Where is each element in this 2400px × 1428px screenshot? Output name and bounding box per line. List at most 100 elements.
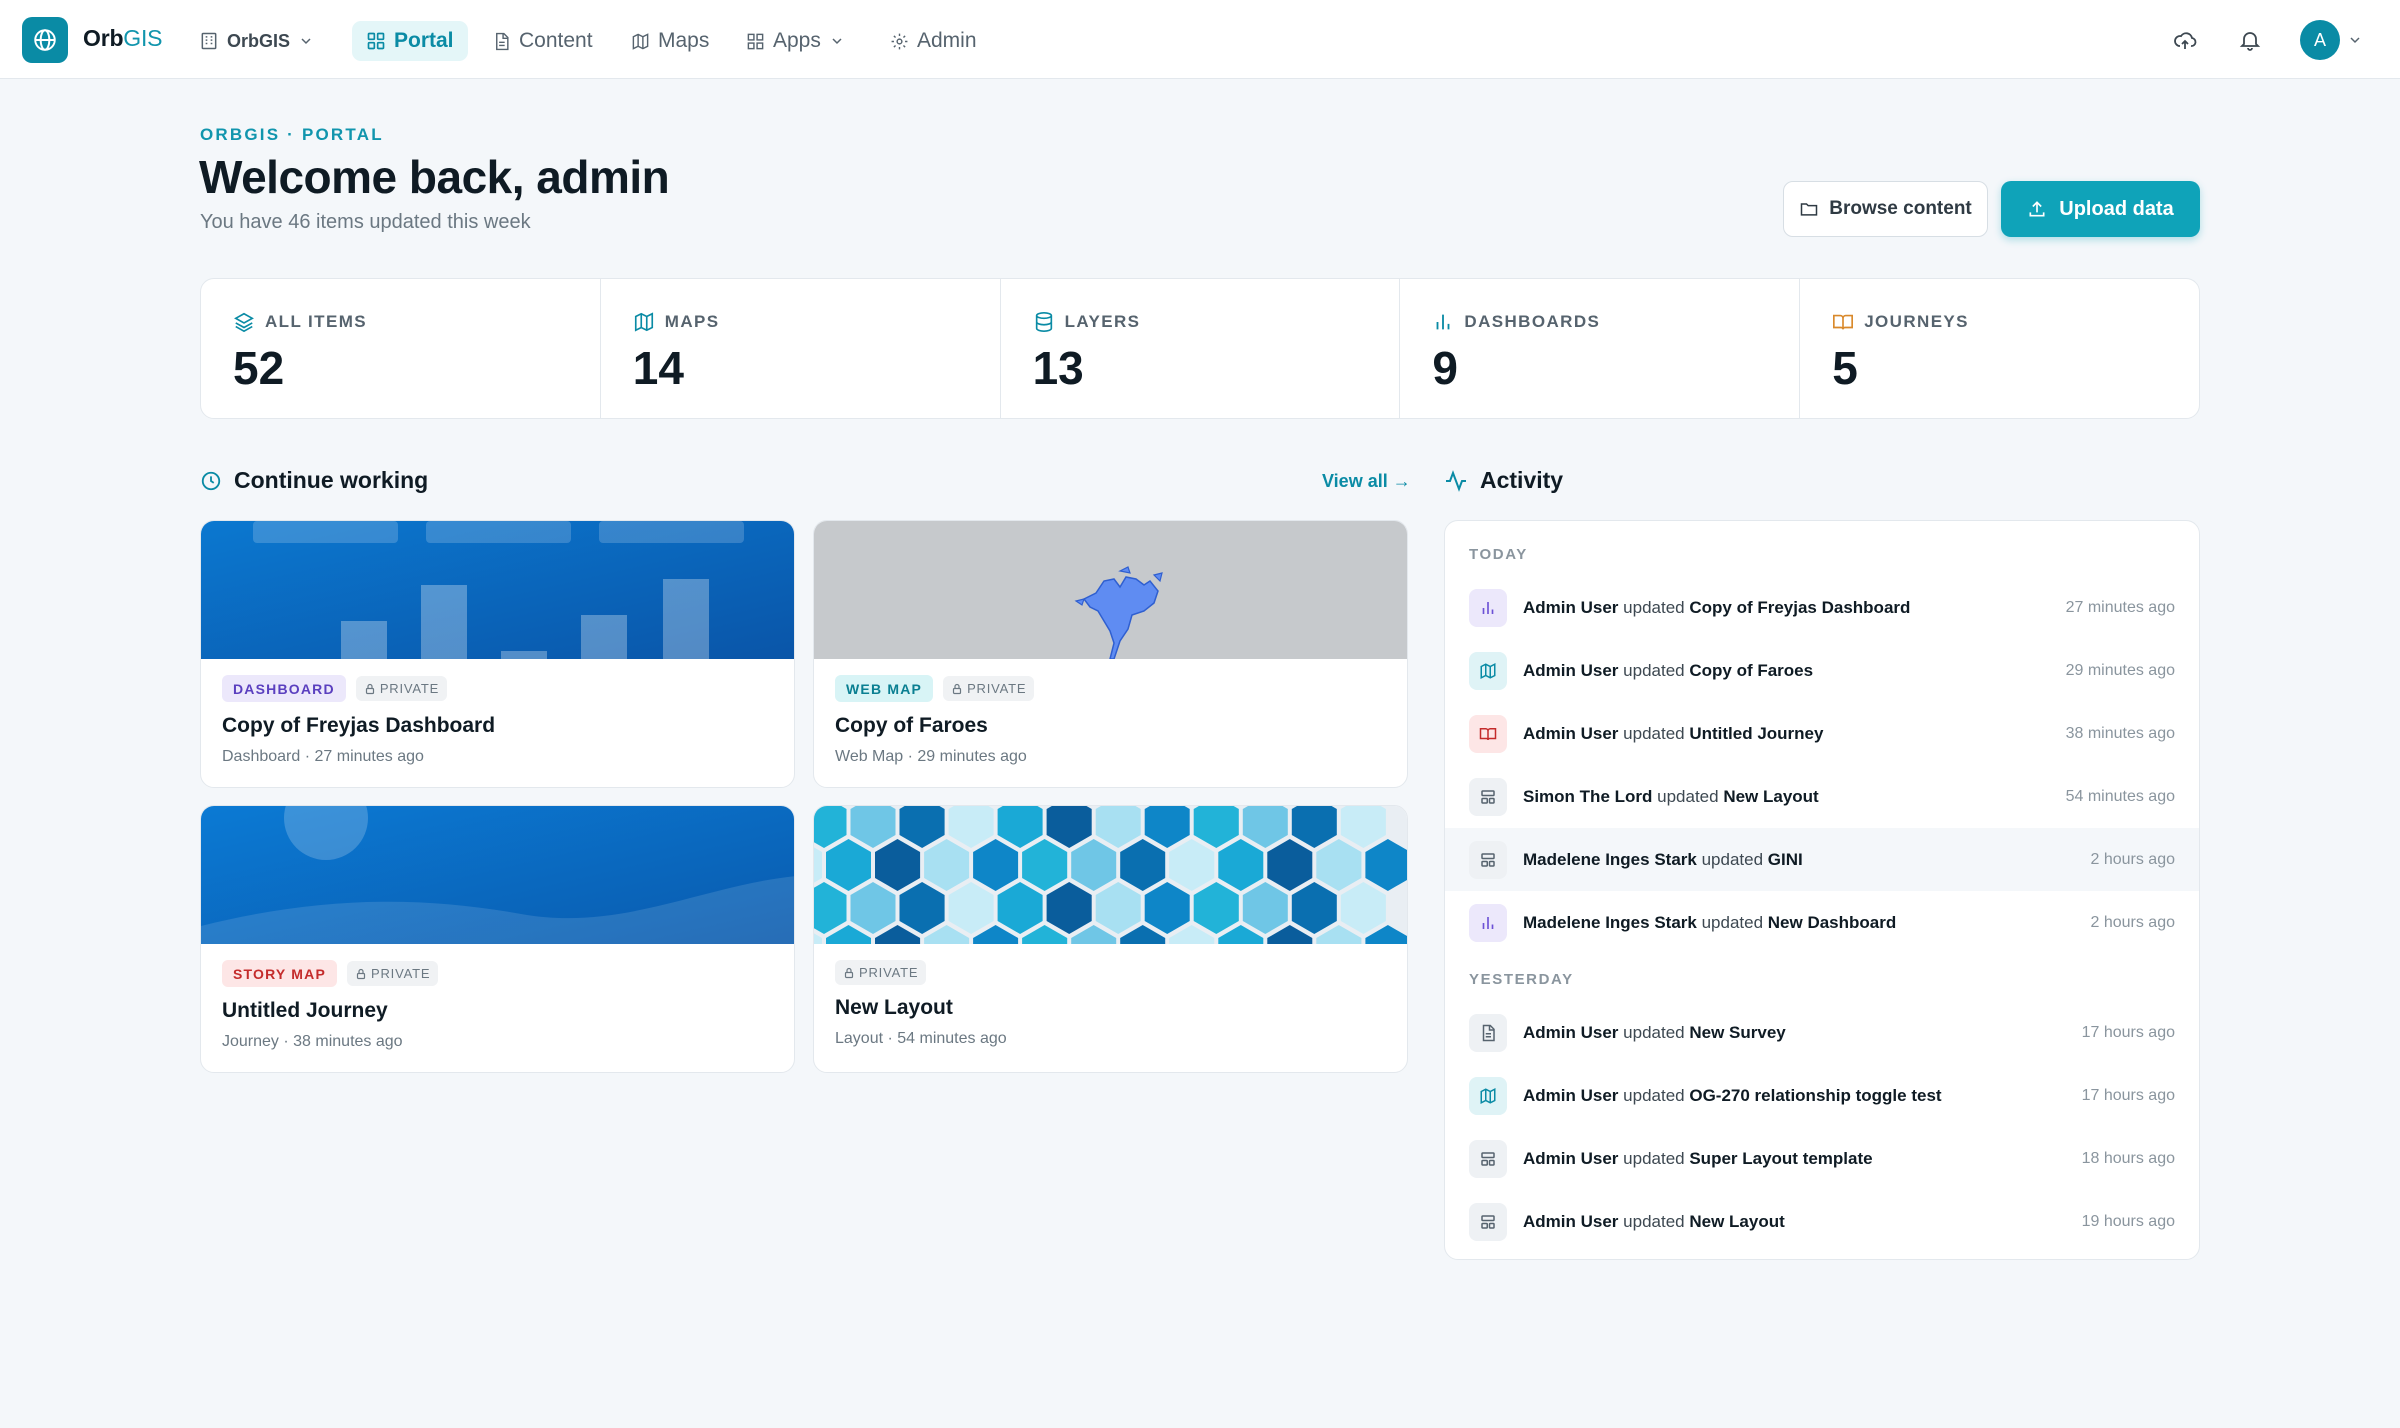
layout-icon [1469,840,1507,879]
activity-item: GINI [1767,849,1803,869]
folder-icon [1800,203,1818,216]
layout-icon [1469,1139,1507,1178]
layout-thumbnail [814,806,1407,944]
stat-dashboards[interactable]: DASHBOARDS 9 [1400,279,1801,418]
card-title: Copy of Freyjas Dashboard [222,714,496,737]
stat-value: 14 [632,342,684,394]
bar-chart-icon [1469,588,1507,627]
activity-row[interactable]: Admin User updated Untitled Journey 38 mi… [1445,702,2199,765]
upload-icon [2029,201,2045,217]
privacy-label: PRIVATE [859,965,919,980]
activity-verb: updated [1623,1148,1685,1168]
stat-all-items[interactable]: ALL ITEMS 52 [201,279,601,418]
stat-value: 52 [233,342,285,394]
activity-pulse-icon [1446,469,1466,492]
brand-name[interactable]: OrbGIS [83,25,163,52]
activity-item: New Layout [1689,1211,1785,1231]
activity-text: Madelene Inges Stark updated New Dashboa… [1523,913,1896,933]
stat-maps[interactable]: MAPS 14 [601,279,1001,418]
org-switcher[interactable]: OrbGIS [185,21,328,61]
nav-portal[interactable]: Portal [352,21,468,61]
activity-user: Madelene Inges Stark [1523,849,1697,869]
type-badge: STORY MAP [222,960,338,987]
map-icon [634,312,653,332]
view-all-link[interactable]: View all → [1322,471,1411,492]
bar-chart-icon [1469,903,1507,942]
map-icon [1469,1076,1507,1115]
activity-row[interactable]: Madelene Inges Stark updated New Dashboa… [1445,891,2199,954]
activity-verb: updated [1623,1022,1685,1042]
database-icon [1035,312,1052,332]
activity-item: Super Layout template [1689,1148,1873,1168]
activity-user: Simon The Lord [1523,786,1653,806]
browse-content-button[interactable]: Browse content [1783,181,1988,237]
nav-content[interactable]: Content [478,21,607,61]
nav-apps-label: Apps [773,29,821,52]
group-label-yesterday: YESTERDAY [1469,971,1574,988]
activity-row[interactable]: Admin User updated Copy of Faroes 29 minu… [1445,639,2199,702]
activity-feed: TODAY Admin User updated Copy of Freyjas… [1444,520,2200,1260]
book-icon [1469,714,1507,753]
activity-item: New Dashboard [1767,912,1897,932]
activity-item: New Survey [1689,1022,1786,1042]
activity-row[interactable]: Simon The Lord updated New Layout 54 minu… [1445,765,2199,828]
story-map-thumbnail [201,806,794,944]
item-card[interactable]: STORY MAP PRIVATE Untitled Journey Journ… [200,805,795,1073]
layout-icon [1469,1202,1507,1241]
chevron-down-icon [832,38,842,45]
map-thumbnail [814,521,1407,659]
nav-admin[interactable]: Admin [876,21,991,61]
map-icon [1469,651,1507,690]
item-card[interactable]: PRIVATE New Layout Layout · 54 minutes a… [813,805,1408,1073]
upload-cloud-icon[interactable] [2165,20,2205,60]
item-card[interactable]: WEB MAP PRIVATE Copy of Faroes Web Map ·… [813,520,1408,788]
nav-admin-label: Admin [917,29,977,52]
clock-icon [201,471,221,490]
activity-item: New Layout [1723,786,1819,806]
chevron-down-icon[interactable] [2340,20,2370,60]
chevron-down-icon [301,38,311,45]
activity-time: 27 minutes ago [2065,598,2175,616]
activity-row[interactable]: Admin User updated New Survey 17 hours ag… [1445,1001,2199,1064]
card-meta: Journey · 38 minutes ago [222,1033,403,1050]
activity-row[interactable]: Madelene Inges Stark updated GINI 2 hours… [1445,828,2199,891]
activity-time: 17 hours ago [2081,1023,2175,1041]
apps-icon [747,33,764,49]
continue-working-heading: Continue working [200,467,428,494]
section-title: Continue working [234,467,429,493]
item-card[interactable]: DASHBOARD PRIVATE Copy of Freyjas Dashbo… [200,520,795,788]
document-icon [1469,1013,1507,1052]
book-icon [1833,314,1854,330]
stat-layers[interactable]: LAYERS 13 [1001,279,1401,418]
activity-text: Admin User updated New Layout [1523,1212,1785,1232]
upload-data-button[interactable]: Upload data [2001,181,2200,237]
activity-time: 2 hours ago [2090,913,2175,931]
gear-icon [891,33,908,49]
activity-text: Admin User updated Super Layout template [1523,1149,1873,1169]
stat-label: JOURNEYS [1864,312,1969,331]
building-icon [201,32,217,50]
stats-panel: ALL ITEMS 52 MAPS 14 LAYERS 13 DASHBOARD… [200,278,2200,419]
nav-apps[interactable]: Apps [732,21,859,61]
lock-icon [356,968,366,979]
browse-content-label: Browse content [1829,198,1972,219]
privacy-label: PRIVATE [371,966,431,981]
activity-row[interactable]: Admin User updated Super Layout template… [1445,1127,2199,1190]
activity-row[interactable]: Admin User updated Copy of Freyjas Dashb… [1445,576,2199,639]
logo-globe-icon[interactable] [22,17,68,63]
bar-chart-icon [1436,314,1450,330]
stat-journeys[interactable]: JOURNEYS 5 [1800,279,2199,418]
stat-label: ALL ITEMS [265,312,368,331]
activity-row[interactable]: Admin User updated OG-270 relationship t… [1445,1064,2199,1127]
avatar[interactable]: A [2300,20,2340,60]
section-title: Activity [1480,467,1564,493]
nav-maps[interactable]: Maps [617,21,723,61]
activity-user: Madelene Inges Stark [1523,912,1697,932]
org-name: OrbGIS [227,30,291,51]
activity-row[interactable]: Admin User updated New Layout 19 hours ag… [1445,1190,2199,1253]
activity-time: 29 minutes ago [2065,661,2175,679]
card-meta: Dashboard · 27 minutes ago [222,748,424,765]
bell-icon[interactable] [2230,20,2270,60]
activity-verb: updated [1623,597,1685,617]
map-icon [632,32,649,50]
